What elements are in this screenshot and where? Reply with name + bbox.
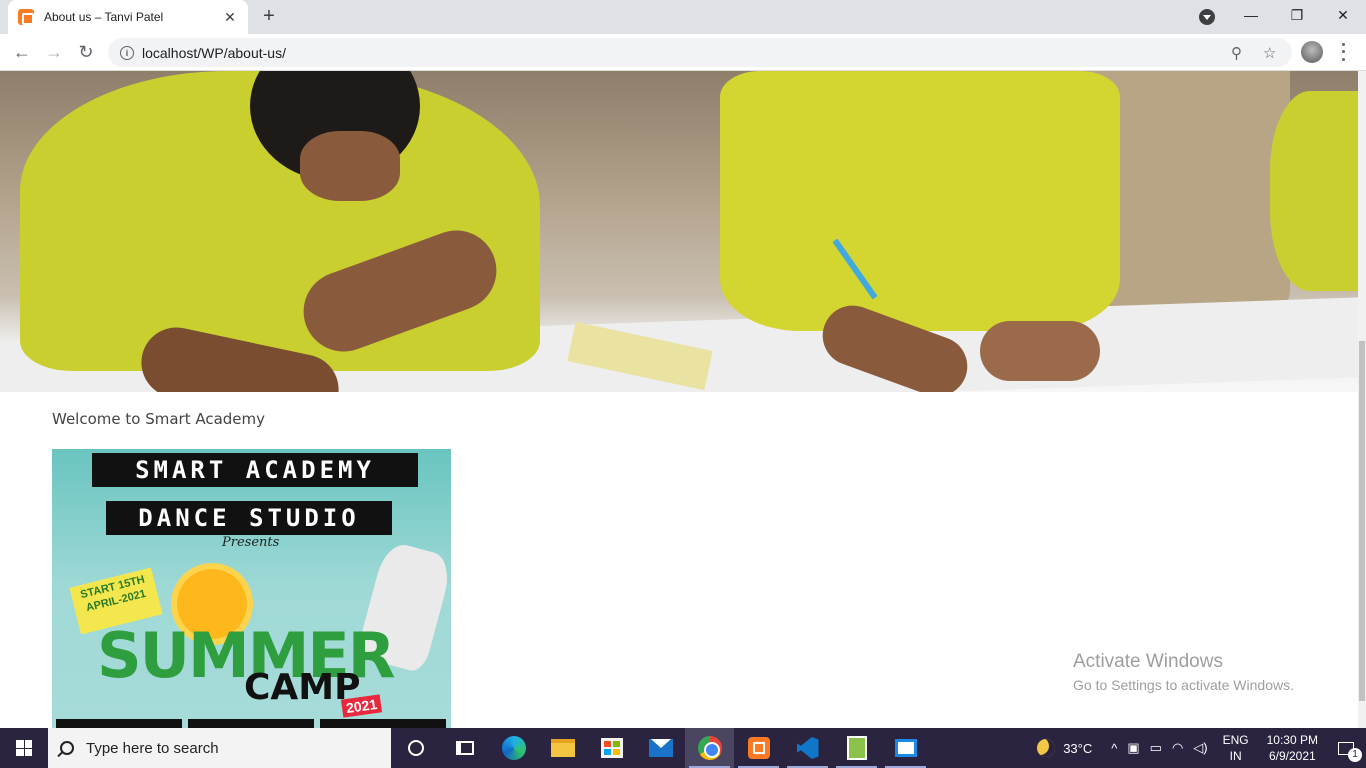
browser-tab-strip: About us – Tanvi Patel ✕ + — ❐ ✕ bbox=[0, 0, 1366, 34]
folder-icon bbox=[550, 739, 575, 757]
moon-weather-icon[interactable] bbox=[1037, 739, 1056, 757]
taskbar-notepad-plus-plus[interactable] bbox=[832, 728, 881, 768]
task-view-button[interactable] bbox=[440, 728, 489, 768]
chrome-icon bbox=[697, 736, 722, 760]
wifi-icon[interactable]: ◠ bbox=[1172, 740, 1183, 756]
taskbar-file-explorer[interactable] bbox=[538, 728, 587, 768]
taskbar-vscode[interactable] bbox=[783, 728, 832, 768]
windows-taskbar: Type here to search 33°C ^ ▣ ▭ ◠ ◁) ENG … bbox=[0, 728, 1366, 768]
bookmark-star-icon[interactable]: ☆ bbox=[1263, 44, 1276, 62]
start-button[interactable] bbox=[0, 728, 48, 768]
scrollbar-thumb[interactable] bbox=[1359, 341, 1365, 701]
taskbar-store[interactable] bbox=[587, 728, 636, 768]
search-icon bbox=[60, 741, 74, 755]
xampp-icon bbox=[747, 737, 770, 759]
xampp-favicon-icon bbox=[18, 9, 34, 25]
cortana-button[interactable] bbox=[391, 728, 440, 768]
window-restore-button[interactable]: ❐ bbox=[1274, 0, 1320, 30]
edge-icon bbox=[501, 736, 526, 760]
store-icon bbox=[600, 738, 623, 758]
taskbar-chrome[interactable] bbox=[685, 728, 734, 768]
window-close-button[interactable]: ✕ bbox=[1320, 0, 1366, 30]
tab-title: About us – Tanvi Patel bbox=[44, 10, 164, 24]
site-info-icon[interactable]: i bbox=[120, 45, 134, 60]
taskbar-xampp[interactable] bbox=[734, 728, 783, 768]
activate-windows-watermark: Activate Windows Go to Settings to activ… bbox=[1073, 651, 1294, 693]
window-app-icon bbox=[894, 739, 917, 757]
poster-line-2: DANCE STUDIO bbox=[106, 501, 392, 535]
clock-time: 10:30 PM bbox=[1266, 733, 1318, 747]
browser-toolbar: ← → ↻ i localhost/WP/about-us/ ⚲ ☆ bbox=[0, 34, 1366, 71]
tab-search-icon[interactable] bbox=[1199, 9, 1215, 25]
back-button[interactable]: ← bbox=[10, 40, 34, 64]
action-center-button[interactable]: 1 bbox=[1326, 728, 1366, 768]
page-scrollbar[interactable] bbox=[1358, 71, 1366, 728]
search-placeholder: Type here to search bbox=[86, 739, 219, 757]
clock-date: 6/9/2021 bbox=[1268, 749, 1316, 763]
input-language[interactable]: ENG IN bbox=[1223, 732, 1249, 764]
reload-button[interactable]: ↻ bbox=[74, 40, 98, 64]
summer-camp-poster-image: SMART ACADEMY DANCE STUDIO Presents STAR… bbox=[52, 449, 451, 728]
activate-windows-title: Activate Windows bbox=[1073, 651, 1223, 672]
volume-icon[interactable]: ◁) bbox=[1193, 740, 1207, 756]
page-viewport: Welcome to Smart Academy SMART ACADEMY D… bbox=[0, 71, 1366, 728]
welcome-text: Welcome to Smart Academy bbox=[52, 410, 266, 428]
windows-logo-icon bbox=[16, 740, 32, 756]
notification-count-badge: 1 bbox=[1348, 748, 1362, 762]
window-minimize-button[interactable]: — bbox=[1228, 0, 1274, 30]
taskbar-mail[interactable] bbox=[636, 728, 685, 768]
system-tray: 33°C ^ ▣ ▭ ◠ ◁) ENG IN 10:30 PM 6/9/2021… bbox=[1037, 728, 1366, 768]
browser-menu-icon[interactable] bbox=[1340, 41, 1346, 63]
forward-button[interactable]: → bbox=[42, 40, 66, 64]
tab-close-icon[interactable]: ✕ bbox=[222, 9, 238, 26]
profile-avatar[interactable] bbox=[1301, 41, 1323, 63]
zoom-icon[interactable]: ⚲ bbox=[1231, 44, 1242, 62]
poster-year: 2021 bbox=[340, 694, 383, 718]
new-tab-button[interactable]: + bbox=[258, 6, 280, 28]
poster-presents: Presents bbox=[222, 535, 280, 550]
poster-bottom-bars bbox=[56, 719, 446, 728]
battery-icon[interactable]: ▭ bbox=[1150, 740, 1162, 756]
task-view-icon bbox=[455, 741, 474, 755]
taskbar-window-app[interactable] bbox=[881, 728, 930, 768]
lang-region: IN bbox=[1229, 749, 1242, 763]
meet-now-icon[interactable]: ▣ bbox=[1127, 740, 1139, 756]
vscode-icon bbox=[796, 737, 819, 759]
notepad-plus-plus-icon bbox=[846, 736, 867, 760]
address-bar[interactable]: i localhost/WP/about-us/ ⚲ ☆ bbox=[108, 38, 1292, 67]
poster-line-1: SMART ACADEMY bbox=[92, 453, 418, 487]
url-text[interactable]: localhost/WP/about-us/ bbox=[142, 45, 286, 61]
cortana-icon bbox=[407, 740, 424, 756]
weather-temperature[interactable]: 33°C bbox=[1063, 741, 1092, 756]
mail-icon bbox=[648, 739, 673, 757]
activate-windows-subtitle: Go to Settings to activate Windows. bbox=[1073, 677, 1294, 693]
tray-chevron-up-icon[interactable]: ^ bbox=[1111, 741, 1117, 756]
lang-code: ENG bbox=[1222, 733, 1249, 747]
taskbar-edge[interactable] bbox=[489, 728, 538, 768]
taskbar-clock[interactable]: 10:30 PM 6/9/2021 bbox=[1267, 732, 1318, 764]
browser-tab-active[interactable]: About us – Tanvi Patel ✕ bbox=[8, 0, 248, 34]
hero-image bbox=[0, 71, 1358, 392]
taskbar-search-box[interactable]: Type here to search bbox=[48, 728, 391, 768]
